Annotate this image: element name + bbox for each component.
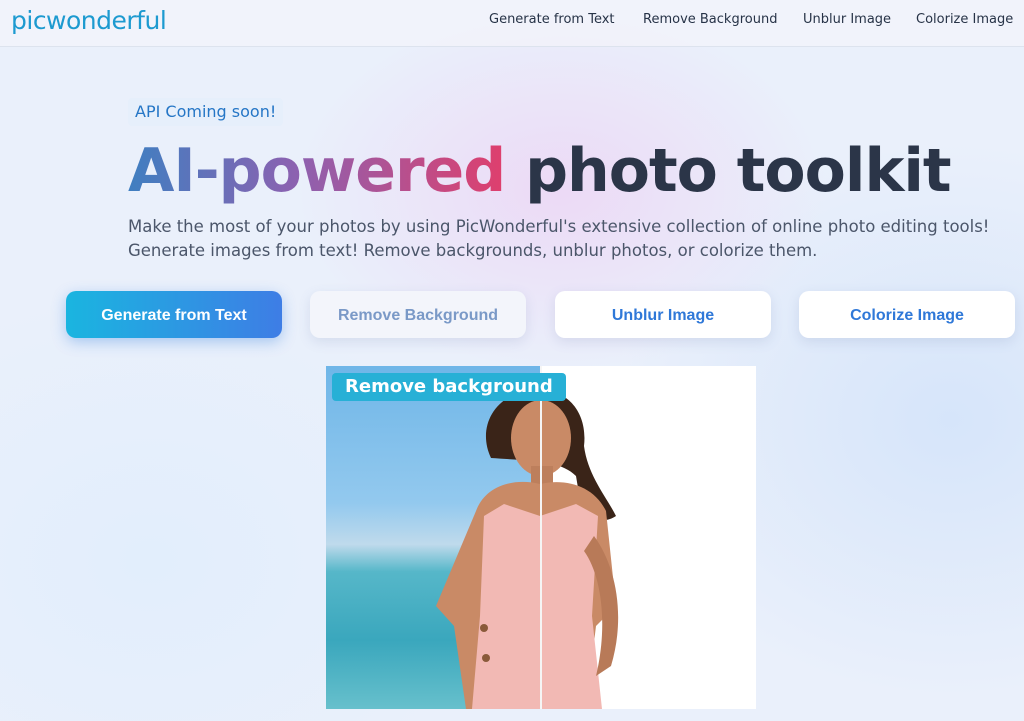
before-after-divider[interactable] — [540, 366, 542, 709]
description-line-2: Generate images from text! Remove backgr… — [128, 241, 818, 260]
unblur-image-button[interactable]: Unblur Image — [555, 291, 771, 338]
title-rest: photo toolkit — [525, 136, 952, 206]
nav-unblur-image[interactable]: Unblur Image — [803, 12, 891, 27]
api-coming-soon-badge: API Coming soon! — [128, 98, 284, 126]
hero-description: Make the most of your photos by using Pi… — [128, 215, 1008, 263]
nav-remove-background[interactable]: Remove Background — [643, 12, 777, 27]
top-navigation-bar: picwonderful Generate from Text Remove B… — [0, 0, 1024, 47]
title-highlight: AI-powered — [128, 136, 506, 206]
before-after-demo-image: Remove background — [326, 366, 756, 709]
nav-colorize-image[interactable]: Colorize Image — [916, 12, 1013, 27]
site-logo[interactable]: picwonderful — [11, 6, 167, 35]
remove-background-button[interactable]: Remove Background — [310, 291, 526, 338]
description-line-1: Make the most of your photos by using Pi… — [128, 217, 990, 236]
page-title: AI-powered photo toolkit — [128, 134, 952, 208]
generate-from-text-button[interactable]: Generate from Text — [66, 291, 282, 338]
nav-generate-from-text[interactable]: Generate from Text — [489, 12, 615, 27]
demo-label: Remove background — [332, 373, 566, 401]
colorize-image-button[interactable]: Colorize Image — [799, 291, 1015, 338]
